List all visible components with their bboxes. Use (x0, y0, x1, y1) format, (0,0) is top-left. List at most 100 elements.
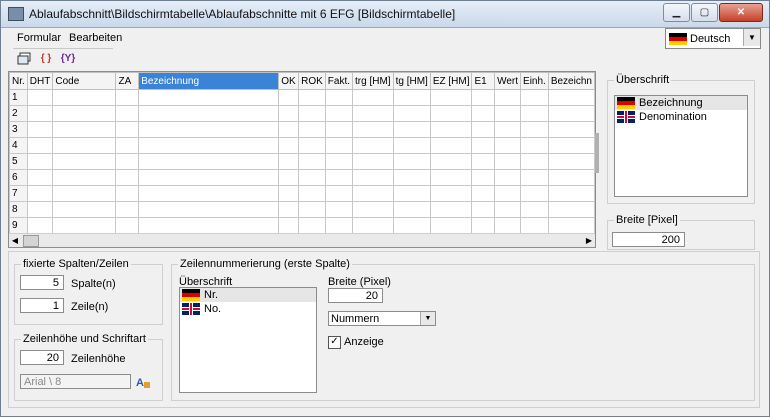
grid-cell[interactable] (471, 105, 496, 122)
grid-cell[interactable] (352, 121, 394, 138)
grid-cell[interactable] (471, 185, 496, 202)
scroll-right-icon[interactable]: ▶ (583, 234, 595, 247)
grid-cell[interactable] (429, 137, 473, 154)
horizontal-scrollbar[interactable]: ◀ ▶ (9, 233, 595, 247)
grid-cell[interactable] (392, 105, 431, 122)
grid-cell[interactable] (352, 169, 394, 186)
grid-cell[interactable] (392, 121, 431, 138)
grid-cell[interactable] (352, 185, 394, 202)
grid-cell[interactable] (471, 153, 496, 170)
list-item[interactable]: Nr. (180, 288, 316, 302)
grid-cell[interactable] (324, 201, 354, 218)
list-item[interactable]: Bezeichnung (615, 96, 747, 110)
grid-cell[interactable] (52, 121, 117, 138)
grid-cell[interactable] (547, 137, 595, 154)
grid-cell[interactable] (278, 185, 300, 202)
grid-cell[interactable] (298, 121, 326, 138)
col-header[interactable]: ROK (298, 72, 326, 90)
grid-cell[interactable] (278, 105, 300, 122)
grid-cell[interactable] (471, 137, 496, 154)
grid-cell[interactable] (494, 217, 522, 234)
grid-cell[interactable] (52, 137, 117, 154)
col-header[interactable]: EZ [HM] (429, 72, 473, 90)
grid-cell[interactable] (352, 89, 394, 106)
grid-cell[interactable] (324, 121, 354, 138)
col-header[interactable]: Nr. (9, 72, 28, 90)
grid-cell[interactable] (26, 201, 54, 218)
grid-cell[interactable] (52, 89, 117, 106)
table-row[interactable]: 3 (9, 121, 595, 138)
grid-cell[interactable] (471, 169, 496, 186)
grid-cell[interactable] (26, 137, 54, 154)
grid-cell[interactable] (324, 89, 354, 106)
grid-cell[interactable] (278, 89, 300, 106)
grid-cell[interactable] (494, 169, 522, 186)
grid-cell[interactable] (392, 217, 431, 234)
grid-cell[interactable] (547, 105, 595, 122)
grid-cell[interactable] (138, 169, 280, 186)
grid-cell[interactable] (138, 89, 280, 106)
table-row[interactable]: 6 (9, 169, 595, 186)
grid-cell[interactable] (115, 89, 140, 106)
col-header[interactable]: Wert (494, 72, 522, 90)
grid-cell[interactable] (471, 121, 496, 138)
grid-cell[interactable] (115, 201, 140, 218)
grid-cell[interactable] (298, 217, 326, 234)
grid-cell[interactable] (115, 169, 140, 186)
grid-cell[interactable] (494, 137, 522, 154)
language-select[interactable]: Deutsch ▼ (665, 28, 761, 49)
data-grid[interactable]: Nr. DHT Code ZA Bezeichnung OK ROK Fakt.… (8, 71, 596, 248)
ueberschrift-list[interactable]: Bezeichnung Denomination (614, 95, 748, 197)
grid-cell[interactable] (392, 153, 431, 170)
grid-cell[interactable] (520, 185, 549, 202)
grid-cell[interactable] (392, 185, 431, 202)
col-header[interactable]: Code (52, 72, 117, 90)
font-picker-icon[interactable]: A (135, 374, 151, 390)
grid-cell[interactable] (115, 153, 140, 170)
col-header[interactable]: trg [HM] (352, 72, 394, 90)
grid-cell[interactable] (494, 201, 522, 218)
grid-cell[interactable] (429, 105, 473, 122)
grid-cell[interactable] (52, 153, 117, 170)
zeilen-input[interactable]: 1 (20, 298, 64, 313)
table-row[interactable]: 5 (9, 153, 595, 170)
grid-cell[interactable] (429, 121, 473, 138)
chevron-down-icon[interactable]: ▼ (743, 29, 760, 46)
grid-cell[interactable] (138, 201, 280, 218)
spalten-input[interactable]: 5 (20, 275, 64, 290)
grid-cell[interactable] (547, 201, 595, 218)
grid-cell[interactable] (324, 153, 354, 170)
braces-icon[interactable]: { } (35, 49, 57, 67)
grid-cell[interactable] (392, 169, 431, 186)
grid-cell[interactable] (324, 137, 354, 154)
grid-cell[interactable] (138, 185, 280, 202)
grid-cell[interactable] (115, 217, 140, 234)
grid-cell[interactable] (547, 89, 595, 106)
grid-cell[interactable] (26, 105, 54, 122)
col-header[interactable]: DHT (26, 72, 54, 90)
scroll-left-icon[interactable]: ◀ (9, 234, 21, 247)
grid-cell[interactable] (547, 121, 595, 138)
title-bar[interactable]: Ablaufabschnitt\Bildschirmtabelle\Ablauf… (1, 1, 769, 28)
grid-cell[interactable] (520, 201, 549, 218)
grid-cell[interactable] (278, 153, 300, 170)
grid-cell[interactable] (494, 153, 522, 170)
grid-cell[interactable] (278, 169, 300, 186)
zeilenhoehe-input[interactable]: 20 (20, 350, 64, 365)
grid-cell[interactable] (115, 185, 140, 202)
nummerierung-list[interactable]: Nr. No. (179, 287, 317, 393)
grid-cell[interactable] (324, 185, 354, 202)
grid-cell[interactable] (352, 201, 394, 218)
grid-cell[interactable] (429, 185, 473, 202)
splitter-handle[interactable] (595, 133, 599, 173)
grid-cell[interactable] (278, 121, 300, 138)
grid-cell[interactable] (471, 201, 496, 218)
grid-cell[interactable] (278, 137, 300, 154)
grid-cell[interactable] (520, 137, 549, 154)
grid-cell[interactable] (298, 105, 326, 122)
grid-cell[interactable] (392, 201, 431, 218)
list-item[interactable]: Denomination (615, 110, 747, 124)
grid-cell[interactable] (298, 153, 326, 170)
col-header[interactable]: Einh. (520, 72, 549, 90)
grid-cell[interactable] (52, 169, 117, 186)
